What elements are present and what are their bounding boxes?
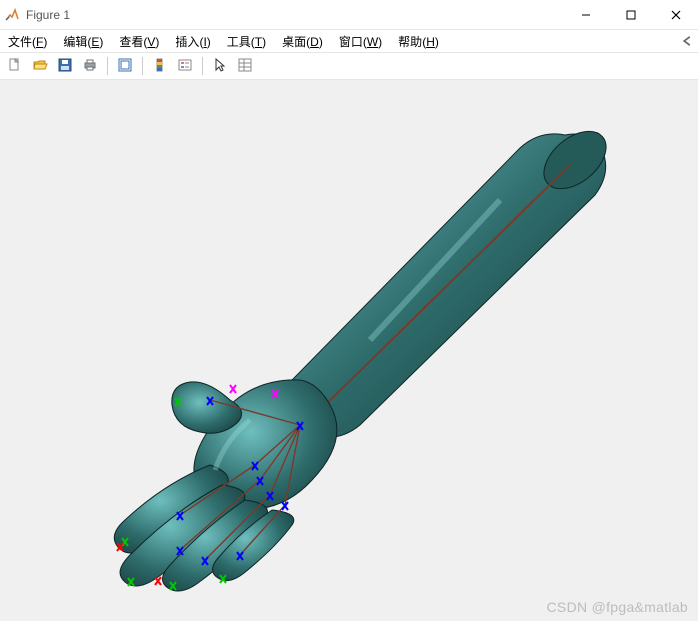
- menubar-overflow-icon[interactable]: [680, 34, 694, 48]
- link-plot-icon: [117, 57, 133, 76]
- save-icon: [57, 57, 73, 76]
- menu-edit[interactable]: 编辑(E): [59, 31, 107, 52]
- window-controls: [563, 0, 698, 29]
- print-button[interactable]: [79, 55, 101, 77]
- save-button[interactable]: [54, 55, 76, 77]
- toolbar: [0, 52, 698, 80]
- link-plot-button[interactable]: [114, 55, 136, 77]
- print-icon: [82, 57, 98, 76]
- titlebar: Figure 1: [0, 0, 698, 30]
- insert-colorbar-button[interactable]: [149, 55, 171, 77]
- new-icon: [7, 57, 23, 76]
- property-inspector-icon: [237, 57, 253, 76]
- figure-canvas[interactable]: CSDN @fpga&matlab: [0, 80, 698, 621]
- menu-view[interactable]: 查看(V): [115, 31, 163, 52]
- open-property-inspector-button[interactable]: [234, 55, 256, 77]
- toolbar-separator: [142, 57, 143, 75]
- open-button[interactable]: [29, 55, 51, 77]
- toolbar-separator: [107, 57, 108, 75]
- hand-arm-3d-rendering: [0, 80, 698, 621]
- menubar: 文件(F) 编辑(E) 查看(V) 插入(I) 工具(T) 桌面(D) 窗口(W…: [0, 30, 698, 52]
- maximize-button[interactable]: [608, 0, 653, 29]
- insert-legend-button[interactable]: [174, 55, 196, 77]
- close-button[interactable]: [653, 0, 698, 29]
- menu-desktop[interactable]: 桌面(D): [278, 31, 327, 52]
- new-figure-button[interactable]: [4, 55, 26, 77]
- minimize-button[interactable]: [563, 0, 608, 29]
- colorbar-icon: [152, 57, 168, 76]
- legend-icon: [177, 57, 193, 76]
- menu-file[interactable]: 文件(F): [4, 31, 51, 52]
- toolbar-separator: [202, 57, 203, 75]
- window-title: Figure 1: [26, 8, 563, 22]
- menu-help[interactable]: 帮助(H): [394, 31, 443, 52]
- menu-tools[interactable]: 工具(T): [223, 31, 270, 52]
- menu-insert[interactable]: 插入(I): [171, 31, 214, 52]
- matlab-app-icon: [4, 7, 20, 23]
- edit-plot-button[interactable]: [209, 55, 231, 77]
- open-icon: [32, 57, 48, 76]
- pointer-icon: [212, 57, 228, 76]
- menu-window[interactable]: 窗口(W): [335, 31, 386, 52]
